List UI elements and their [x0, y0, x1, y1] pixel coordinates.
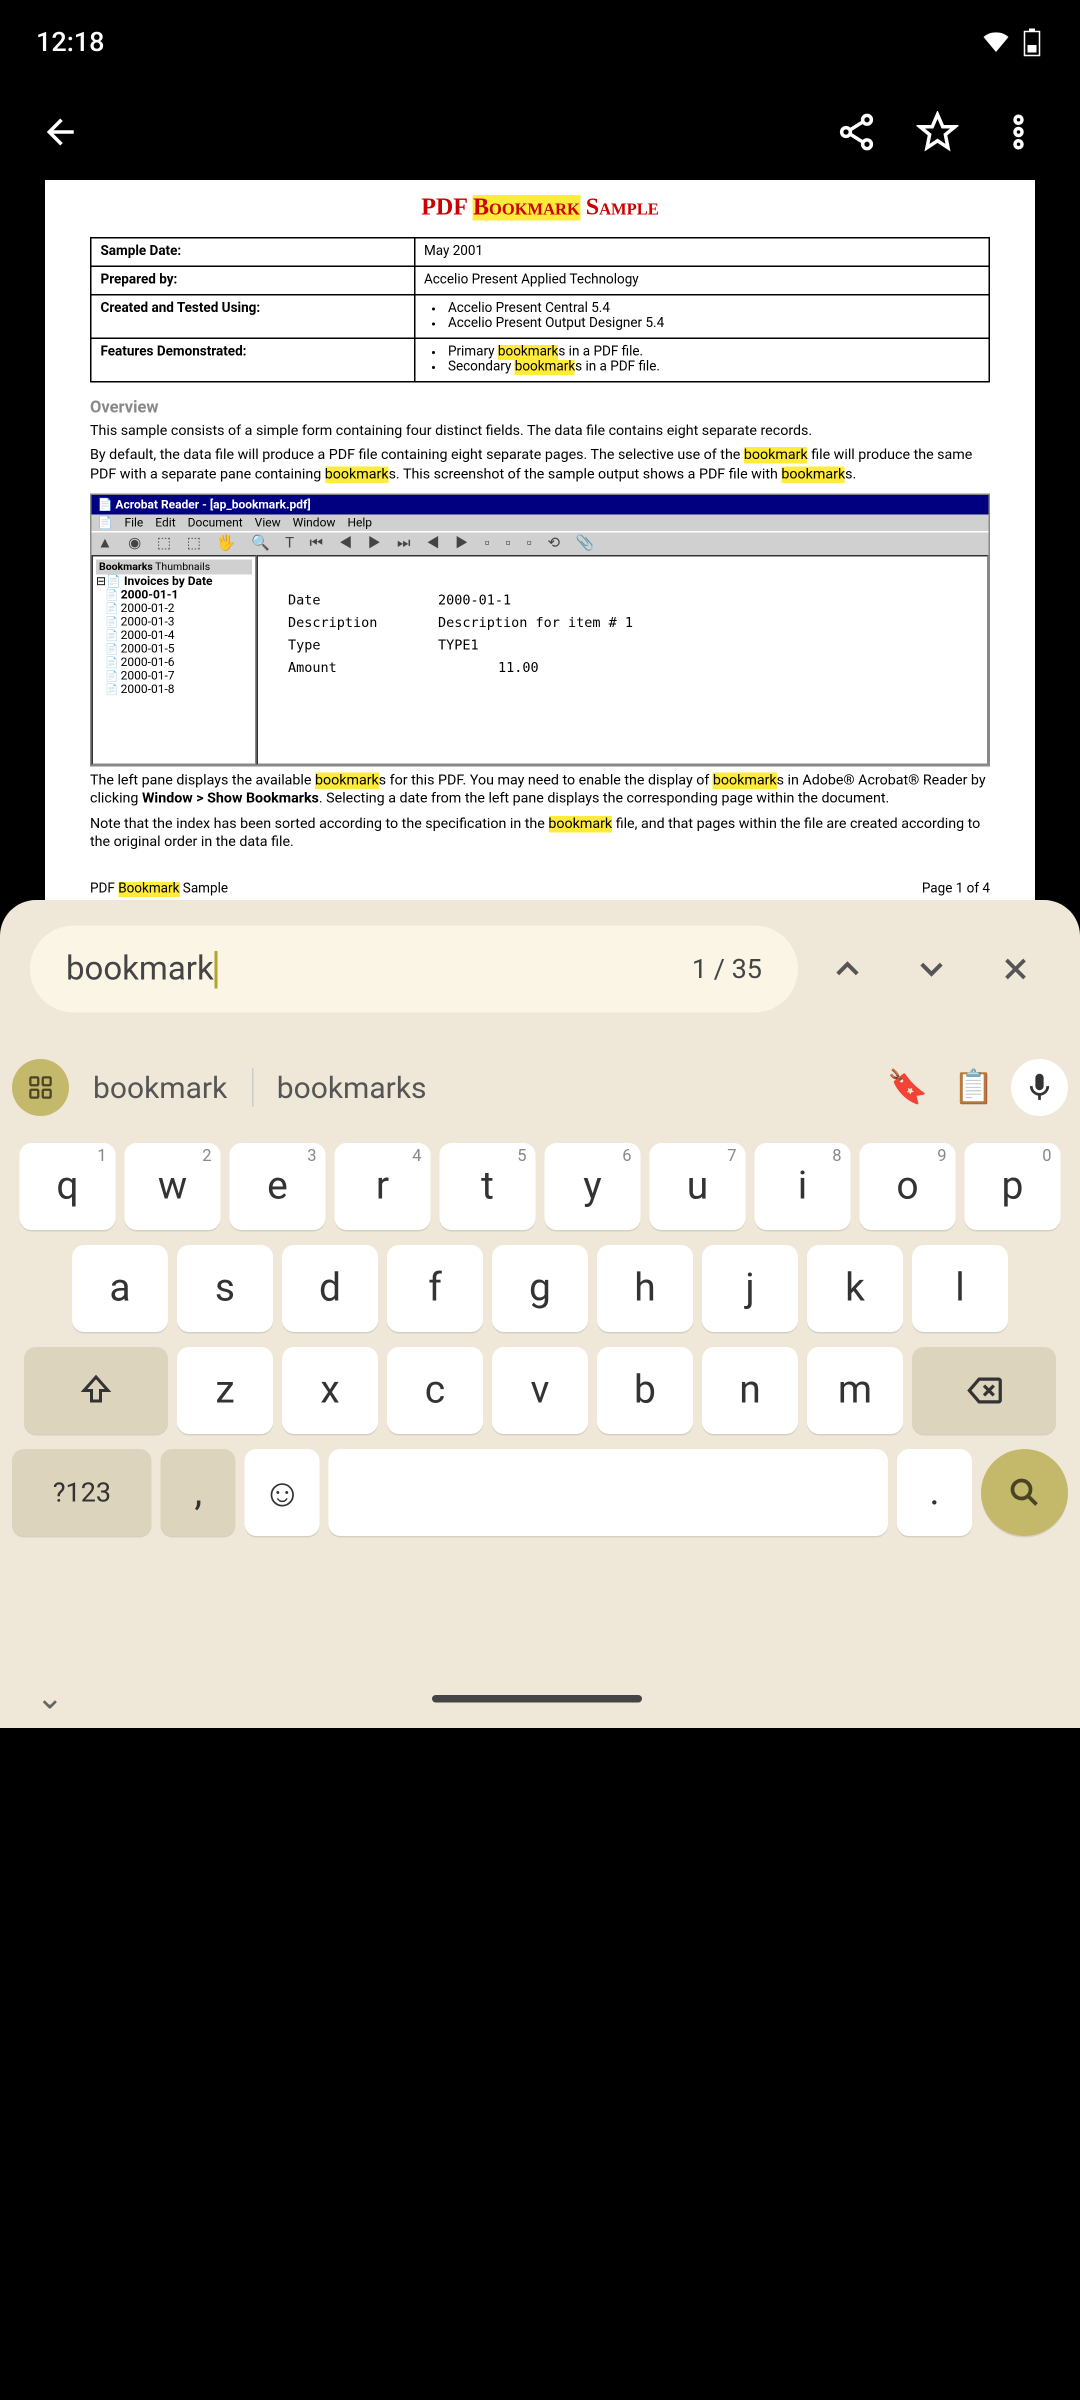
key-k[interactable]: k	[807, 1245, 903, 1332]
period-key[interactable]: .	[897, 1449, 972, 1536]
document-viewport[interactable]: PDF Bookmark Sample Sample Date:May 2001…	[0, 180, 1080, 900]
suggestion[interactable]: bookmarks	[262, 1070, 442, 1106]
key-p[interactable]: p0	[965, 1143, 1061, 1230]
key-x[interactable]: x	[282, 1347, 378, 1434]
key-d[interactable]: d	[282, 1245, 378, 1332]
key-b[interactable]: b	[597, 1347, 693, 1434]
wifi-icon	[981, 27, 1011, 57]
info-table: Sample Date:May 2001 Prepared by:Accelio…	[90, 237, 990, 383]
key-f[interactable]: f	[387, 1245, 483, 1332]
key-i[interactable]: i8	[755, 1143, 851, 1230]
status-bar: 12:18	[0, 0, 1080, 84]
search-query: bookmark	[66, 950, 218, 988]
find-next-button[interactable]	[897, 935, 966, 1004]
more-button[interactable]	[987, 101, 1050, 164]
backspace-key[interactable]	[912, 1347, 1056, 1434]
keyboard: bookmark bookmarks 🔖 📋 q1w2e3r4t5y6u7i8o…	[0, 1038, 1080, 1668]
search-key[interactable]	[981, 1449, 1068, 1536]
key-h[interactable]: h	[597, 1245, 693, 1332]
key-j[interactable]: j	[702, 1245, 798, 1332]
apps-grid-icon[interactable]	[12, 1059, 69, 1116]
comma-key[interactable]: ,	[161, 1449, 236, 1536]
back-button[interactable]	[30, 101, 93, 164]
key-l[interactable]: l	[912, 1245, 1008, 1332]
share-button[interactable]	[825, 101, 888, 164]
battery-icon	[1020, 27, 1044, 57]
key-a[interactable]: a	[72, 1245, 168, 1332]
suggestion-row: bookmark bookmarks 🔖 📋	[6, 1047, 1074, 1128]
key-e[interactable]: e3	[230, 1143, 326, 1230]
key-w[interactable]: w2	[125, 1143, 221, 1230]
app-bar	[0, 84, 1080, 180]
keyboard-collapse-icon[interactable]: ⌄	[36, 1679, 64, 1717]
clipboard-icon[interactable]: 📋	[945, 1059, 1002, 1116]
status-icons	[981, 27, 1044, 57]
key-n[interactable]: n	[702, 1347, 798, 1434]
home-pill[interactable]	[432, 1694, 642, 1702]
key-r[interactable]: r4	[335, 1143, 431, 1230]
shift-key[interactable]	[24, 1347, 168, 1434]
search-field[interactable]: bookmark 1 / 35	[30, 926, 798, 1013]
space-key[interactable]	[329, 1449, 888, 1536]
section-heading: Overview	[90, 398, 990, 418]
search-count: 1 / 35	[692, 953, 762, 985]
doc-title: PDF Bookmark Sample	[90, 195, 990, 222]
key-q[interactable]: q1	[20, 1143, 116, 1230]
key-t[interactable]: t5	[440, 1143, 536, 1230]
find-prev-button[interactable]	[813, 935, 882, 1004]
key-c[interactable]: c	[387, 1347, 483, 1434]
mic-button[interactable]	[1011, 1059, 1068, 1116]
key-m[interactable]: m	[807, 1347, 903, 1434]
key-o[interactable]: o9	[860, 1143, 956, 1230]
page-footer: PDF Bookmark Sample Page 1 of 4	[90, 883, 990, 898]
pdf-page: PDF Bookmark Sample Sample Date:May 2001…	[45, 180, 1035, 900]
para: The left pane displays the available boo…	[90, 773, 990, 810]
key-y[interactable]: y6	[545, 1143, 641, 1230]
emoji-key[interactable]: ☺	[245, 1449, 320, 1536]
acrobat-screenshot: 📄 Acrobat Reader - [ap_bookmark.pdf] 📄Fi…	[90, 494, 990, 767]
para: Note that the index has been sorted acco…	[90, 816, 990, 853]
bookmark-ribbon-icon[interactable]: 🔖	[879, 1059, 936, 1116]
key-u[interactable]: u7	[650, 1143, 746, 1230]
symbols-key[interactable]: ?123	[12, 1449, 152, 1536]
key-g[interactable]: g	[492, 1245, 588, 1332]
para: By default, the data file will produce a…	[90, 448, 990, 485]
para: This sample consists of a simple form co…	[90, 423, 990, 442]
find-bar: bookmark 1 / 35	[0, 900, 1080, 1038]
suggestion[interactable]: bookmark	[78, 1070, 242, 1106]
close-find-button[interactable]	[981, 935, 1050, 1004]
clock: 12:18	[36, 26, 105, 58]
star-button[interactable]	[906, 101, 969, 164]
key-s[interactable]: s	[177, 1245, 273, 1332]
key-z[interactable]: z	[177, 1347, 273, 1434]
key-v[interactable]: v	[492, 1347, 588, 1434]
nav-bar: ⌄	[0, 1668, 1080, 1728]
